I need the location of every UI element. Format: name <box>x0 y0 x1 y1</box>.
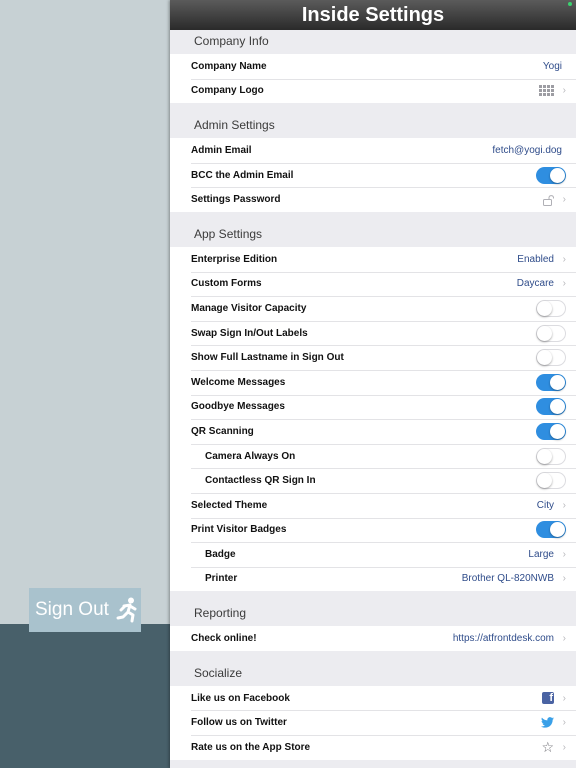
settings-header: Inside Settings <box>170 0 576 30</box>
selected-theme-row[interactable]: Selected Theme City › <box>170 492 576 518</box>
reporting-group: Check online! https://atfrontdesk.com › <box>170 626 576 651</box>
row-label: Goodbye Messages <box>191 401 285 413</box>
page-title: Inside Settings <box>301 3 445 26</box>
qr-scanning-toggle[interactable] <box>536 422 566 440</box>
sign-out-label: Sign Out <box>35 599 109 620</box>
swap-labels-row: Swap Sign In/Out Labels <box>170 320 576 346</box>
visitor-capacity-toggle[interactable] <box>536 299 566 317</box>
row-label: Follow us on Twitter <box>191 717 287 729</box>
camera-always-on-row: Camera Always On <box>170 443 576 469</box>
qr-scanning-row: QR Scanning <box>170 419 576 444</box>
status-dot <box>568 2 572 6</box>
chevron-right-icon: › <box>562 194 566 206</box>
settings-panel: Inside Settings Company Info Company Nam… <box>170 0 576 768</box>
socialize-group: Like us on Facebook f › Follow us on Twi… <box>170 685 576 760</box>
row-label: Company Name <box>191 60 267 72</box>
chevron-right-icon: › <box>562 253 566 265</box>
badge-value: Large <box>528 548 554 560</box>
sign-out-button[interactable]: Sign Out <box>29 588 141 632</box>
chevron-right-icon: › <box>562 741 566 753</box>
row-label: Badge <box>205 548 236 560</box>
custom-forms-row[interactable]: Custom Forms Daycare › <box>170 271 576 297</box>
row-label: BCC the Admin Email <box>191 169 294 181</box>
section-header-reporting: Reporting <box>194 606 247 621</box>
goodbye-messages-row: Goodbye Messages <box>170 394 576 420</box>
badge-row[interactable]: Badge Large › <box>170 542 576 567</box>
visitor-capacity-row: Manage Visitor Capacity <box>170 296 576 321</box>
chevron-right-icon: › <box>562 499 566 511</box>
unlock-icon <box>543 194 554 206</box>
row-label: Enterprise Edition <box>191 253 278 265</box>
theme-value: City <box>536 499 554 511</box>
contactless-qr-toggle[interactable] <box>536 472 566 490</box>
online-url-value: https://atfrontdesk.com <box>452 633 554 645</box>
app-store-row[interactable]: Rate us on the App Store ☆ › <box>170 735 576 760</box>
full-lastname-toggle[interactable] <box>536 349 566 367</box>
facebook-icon: f <box>542 692 554 705</box>
custom-forms-value: Daycare <box>516 278 554 290</box>
row-label: Welcome Messages <box>191 376 286 388</box>
section-header-socialize: Socialize <box>194 665 243 680</box>
check-online-row[interactable]: Check online! https://atfrontdesk.com › <box>170 626 576 651</box>
facebook-row[interactable]: Like us on Facebook f › <box>170 686 576 711</box>
row-label: Manage Visitor Capacity <box>191 302 307 314</box>
welcome-messages-toggle[interactable] <box>536 373 566 391</box>
camera-always-on-toggle[interactable] <box>536 447 566 465</box>
bcc-admin-row: BCC the Admin Email <box>170 162 576 188</box>
admin-group: Admin Email fetch@yogi.dog BCC the Admin… <box>170 138 576 212</box>
running-person-icon <box>116 597 137 623</box>
row-label: Printer <box>205 573 238 585</box>
chevron-right-icon: › <box>562 278 566 290</box>
row-label: Selected Theme <box>191 499 268 511</box>
printer-value: Brother QL-820NWB <box>461 573 554 585</box>
row-label: Check online! <box>191 633 257 645</box>
row-label: Show Full Lastname in Sign Out <box>191 352 344 364</box>
settings-password-row[interactable]: Settings Password › <box>170 187 576 212</box>
enterprise-value: Enabled <box>517 253 554 265</box>
chevron-right-icon: › <box>562 692 566 704</box>
section-header-company: Company Info <box>194 34 269 48</box>
app-group: Enterprise Edition Enabled › Custom Form… <box>170 246 576 592</box>
admin-email-row[interactable]: Admin Email fetch@yogi.dog <box>170 138 576 163</box>
row-label: Camera Always On <box>205 450 296 462</box>
section-header-admin: Admin Settings <box>194 118 275 133</box>
full-lastname-row: Show Full Lastname in Sign Out <box>170 345 576 370</box>
twitter-row[interactable]: Follow us on Twitter › <box>170 710 576 735</box>
print-badges-toggle[interactable] <box>536 521 566 539</box>
welcome-messages-row: Welcome Messages <box>170 369 576 395</box>
printer-row[interactable]: Printer Brother QL-820NWB › <box>170 566 576 592</box>
grid-icon <box>539 85 554 97</box>
chevron-right-icon: › <box>562 573 566 585</box>
enterprise-edition-row[interactable]: Enterprise Edition Enabled › <box>170 247 576 272</box>
section-header-app: App Settings <box>194 226 263 241</box>
row-label: QR Scanning <box>191 425 254 437</box>
row-label: Custom Forms <box>191 278 262 290</box>
goodbye-messages-toggle[interactable] <box>536 398 566 416</box>
row-label: Like us on Facebook <box>191 692 290 704</box>
company-group: Company Name Yogi Company Logo › <box>170 54 576 104</box>
print-badges-row: Print Visitor Badges <box>170 517 576 543</box>
row-label: Company Logo <box>191 85 264 97</box>
chevron-right-icon: › <box>562 548 566 560</box>
row-label: Rate us on the App Store <box>191 741 311 753</box>
twitter-bird-icon <box>541 717 554 728</box>
company-name-value: Yogi <box>542 60 562 72</box>
row-label: Admin Email <box>191 144 252 156</box>
sidebar-footer-background <box>0 624 170 768</box>
sidebar-background <box>0 0 170 624</box>
company-logo-row[interactable]: Company Logo › <box>170 78 576 104</box>
row-label: Settings Password <box>191 194 281 206</box>
bcc-admin-toggle[interactable] <box>536 166 566 184</box>
swap-labels-toggle[interactable] <box>536 324 566 342</box>
chevron-right-icon: › <box>562 717 566 729</box>
row-label: Contactless QR Sign In <box>205 475 316 487</box>
chevron-right-icon: › <box>562 85 566 97</box>
contactless-qr-row: Contactless QR Sign In <box>170 468 576 493</box>
company-name-row[interactable]: Company Name Yogi <box>170 54 576 79</box>
row-label: Print Visitor Badges <box>191 524 287 536</box>
chevron-right-icon: › <box>562 633 566 645</box>
star-icon: ☆ <box>541 738 554 755</box>
row-label: Swap Sign In/Out Labels <box>191 327 308 339</box>
admin-email-value: fetch@yogi.dog <box>492 144 562 156</box>
